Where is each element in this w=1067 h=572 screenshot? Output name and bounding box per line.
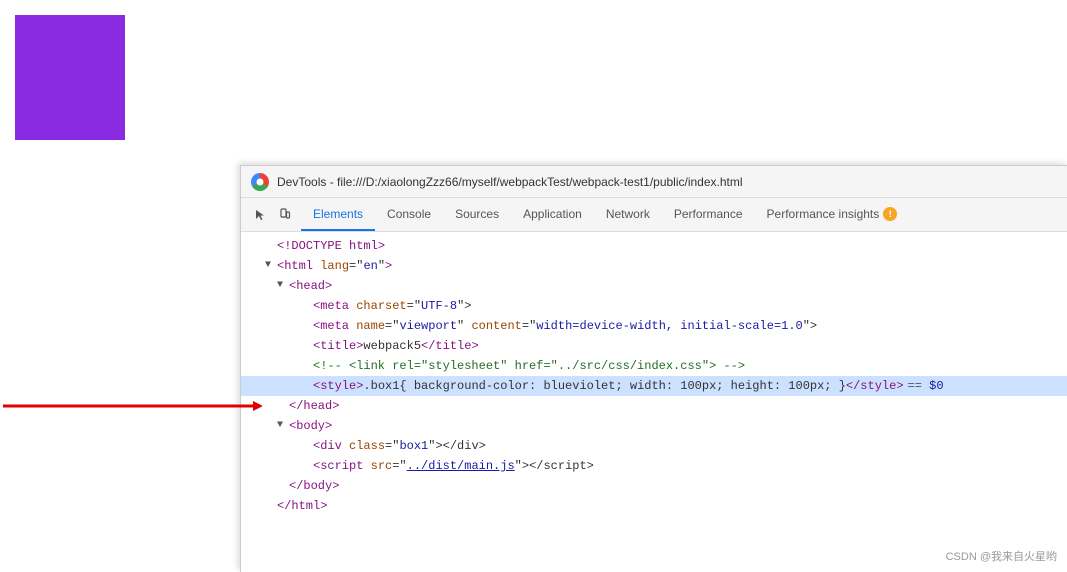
code-line-body: ▼ <body> bbox=[241, 416, 1067, 436]
device-icon[interactable] bbox=[275, 205, 295, 225]
code-line-comment: <!-- <link rel="stylesheet" href="../src… bbox=[241, 356, 1067, 376]
devtools-title: DevTools - file:///D:/xiaolongZzz66/myse… bbox=[277, 175, 743, 189]
devtools-panel: DevTools - file:///D:/xiaolongZzz66/myse… bbox=[240, 165, 1067, 572]
tab-sources[interactable]: Sources bbox=[443, 198, 511, 231]
tab-elements[interactable]: Elements bbox=[301, 198, 375, 231]
tab-performance[interactable]: Performance bbox=[662, 198, 755, 231]
code-line-html-close: </html> bbox=[241, 496, 1067, 516]
code-line-meta-viewport: <meta name =" viewport " content =" widt… bbox=[241, 316, 1067, 336]
code-line-doctype: <!DOCTYPE html> bbox=[241, 236, 1067, 256]
browser-page: DevTools - file:///D:/xiaolongZzz66/myse… bbox=[0, 0, 1067, 572]
code-line-html: ▼ <html lang =" en " > bbox=[241, 256, 1067, 276]
code-line-title: <title> webpack5 </title> bbox=[241, 336, 1067, 356]
devtools-tabs: Elements Console Sources Application Net… bbox=[301, 198, 1063, 231]
devtools-titlebar: DevTools - file:///D:/xiaolongZzz66/myse… bbox=[241, 166, 1067, 198]
tab-console[interactable]: Console bbox=[375, 198, 443, 231]
toolbar-icons bbox=[245, 198, 301, 231]
code-line-div-box1: <div class =" box1 "></div> bbox=[241, 436, 1067, 456]
red-arrow-pointer bbox=[0, 398, 262, 414]
csdn-watermark: CSDN @我来自火星哟 bbox=[946, 548, 1057, 564]
tab-performance-insights[interactable]: Performance insights ! bbox=[755, 198, 910, 231]
code-line-head: ▼ <head> bbox=[241, 276, 1067, 296]
tab-application[interactable]: Application bbox=[511, 198, 594, 231]
code-line-script: <script src =" ../dist/main.js "></scrip… bbox=[241, 456, 1067, 476]
chrome-icon bbox=[251, 173, 269, 191]
warning-icon: ! bbox=[883, 207, 897, 221]
devtools-toolbar: Elements Console Sources Application Net… bbox=[241, 198, 1067, 232]
devtools-content: <!DOCTYPE html> ▼ <html lang =" en " > ▼… bbox=[241, 232, 1067, 572]
tab-network[interactable]: Network bbox=[594, 198, 662, 231]
code-line-head-close: </head> bbox=[241, 396, 1067, 416]
code-line-style[interactable]: <style> .box1{ background-color: bluevio… bbox=[241, 376, 1067, 396]
purple-box bbox=[15, 15, 125, 140]
cursor-icon[interactable] bbox=[251, 205, 271, 225]
code-line-body-close: </body> bbox=[241, 476, 1067, 496]
code-line-meta-charset: <meta charset =" UTF-8 "> bbox=[241, 296, 1067, 316]
